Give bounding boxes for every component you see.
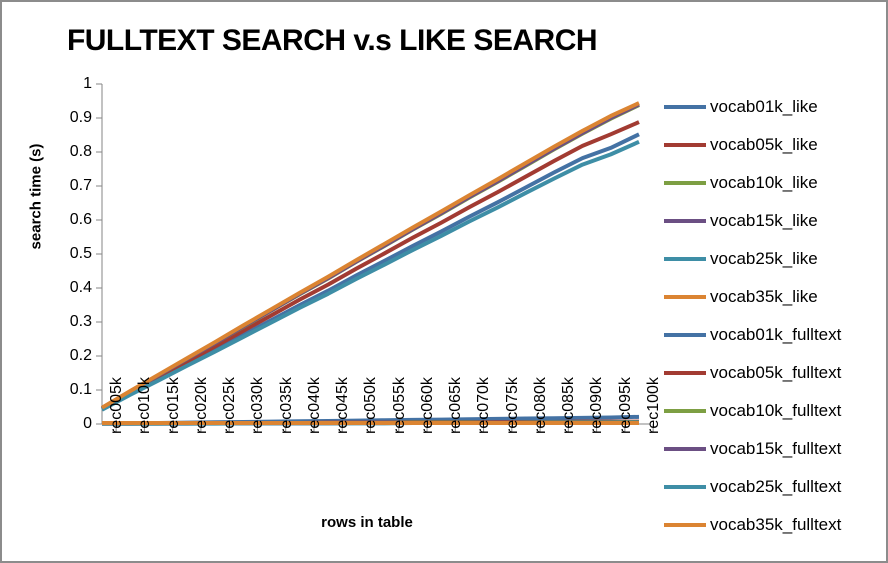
legend-color-swatch (664, 409, 706, 413)
y-tick-label: 0.3 (69, 313, 92, 330)
x-tick-label: rec030k (249, 377, 267, 434)
legend-item[interactable]: vocab10k_fulltext (664, 392, 886, 430)
legend-color-swatch (664, 447, 706, 451)
legend-item[interactable]: vocab35k_like (664, 278, 886, 316)
y-tick-label: 0.9 (69, 109, 92, 126)
legend-color-swatch (664, 333, 706, 337)
legend-color-swatch (664, 257, 706, 261)
legend-item[interactable]: vocab25k_fulltext (664, 468, 886, 506)
series-line-vocab25k_like (101, 139, 640, 412)
legend-item[interactable]: vocab35k_fulltext (664, 506, 886, 544)
legend-label: vocab10k_like (710, 173, 818, 192)
y-tick-label: 0.2 (69, 347, 92, 364)
x-tick-label: rec075k (503, 377, 521, 434)
legend-color-swatch (664, 371, 706, 375)
legend-label: vocab25k_fulltext (710, 477, 842, 496)
legend-label: vocab35k_like (710, 287, 818, 306)
x-tick-label: rec005k (108, 377, 125, 434)
x-tick-label: rec025k (221, 377, 239, 434)
legend-color-swatch (664, 143, 706, 147)
legend-label: vocab15k_fulltext (710, 439, 842, 458)
legend-label: vocab25k_like (710, 249, 818, 268)
legend-color-swatch (664, 485, 706, 489)
legend-item[interactable]: vocab15k_like (664, 202, 886, 240)
legend-label: vocab01k_like (710, 97, 818, 116)
y-tick-label: 0.1 (69, 381, 92, 398)
y-tick-label: 0.7 (69, 177, 92, 194)
legend-label: vocab35k_fulltext (710, 515, 842, 534)
x-tick-label: rec050k (362, 377, 380, 434)
x-tick-label: rec080k (531, 377, 549, 434)
y-tick-label: 1 (83, 75, 92, 92)
x-tick-label: rec045k (334, 377, 352, 434)
legend-item[interactable]: vocab01k_fulltext (664, 316, 886, 354)
x-tick-label: rec060k (418, 377, 436, 434)
x-tick-label: rec070k (475, 377, 493, 434)
y-tick-label: 0.8 (69, 143, 92, 160)
legend-color-swatch (664, 523, 706, 527)
x-tick-label: rec020k (192, 377, 210, 434)
chart-legend: vocab01k_like vocab05k_like vocab10k_likev… (664, 88, 886, 544)
legend-item[interactable]: vocab05k_like (664, 126, 886, 164)
y-tick-label: 0 (83, 415, 92, 432)
x-tick-label: rec100k (645, 377, 662, 434)
x-tick-label: rec090k (588, 377, 606, 434)
x-tick-label: rec095k (616, 377, 634, 434)
x-tick-label: rec010k (136, 377, 154, 434)
x-tick-label: rec040k (305, 377, 323, 434)
x-tick-label: rec015k (164, 377, 182, 434)
legend-label: vocab15k_like (710, 211, 818, 230)
legend-color-swatch (664, 105, 706, 109)
chart-container: FULLTEXT SEARCH v.s LIKE SEARCH search t… (0, 0, 888, 563)
x-tick-label: rec065k (447, 377, 465, 434)
legend-label: vocab05k_like (710, 135, 818, 154)
legend-item[interactable]: vocab15k_fulltext (664, 430, 886, 468)
y-tick-label: 0.4 (69, 279, 92, 296)
legend-label: vocab05k_fulltext (710, 363, 842, 382)
legend-item[interactable]: vocab10k_like (664, 164, 886, 202)
legend-color-swatch (664, 181, 706, 185)
legend-color-swatch (664, 295, 706, 299)
x-tick-label: rec085k (560, 377, 578, 434)
y-tick-label: 0.5 (69, 245, 92, 262)
legend-label: vocab01k_fulltext (710, 325, 842, 344)
legend-item[interactable]: vocab25k_like (664, 240, 886, 278)
legend-label: vocab10k_fulltext (710, 401, 842, 420)
legend-item[interactable]: vocab01k_like (664, 88, 886, 126)
x-tick-label: rec035k (277, 377, 295, 434)
y-tick-label: 0.6 (69, 211, 92, 228)
series-line-vocab05k_like (101, 120, 640, 411)
x-tick-label: rec055k (390, 377, 408, 434)
legend-item[interactable]: vocab05k_fulltext (664, 354, 886, 392)
legend-color-swatch (664, 219, 706, 223)
